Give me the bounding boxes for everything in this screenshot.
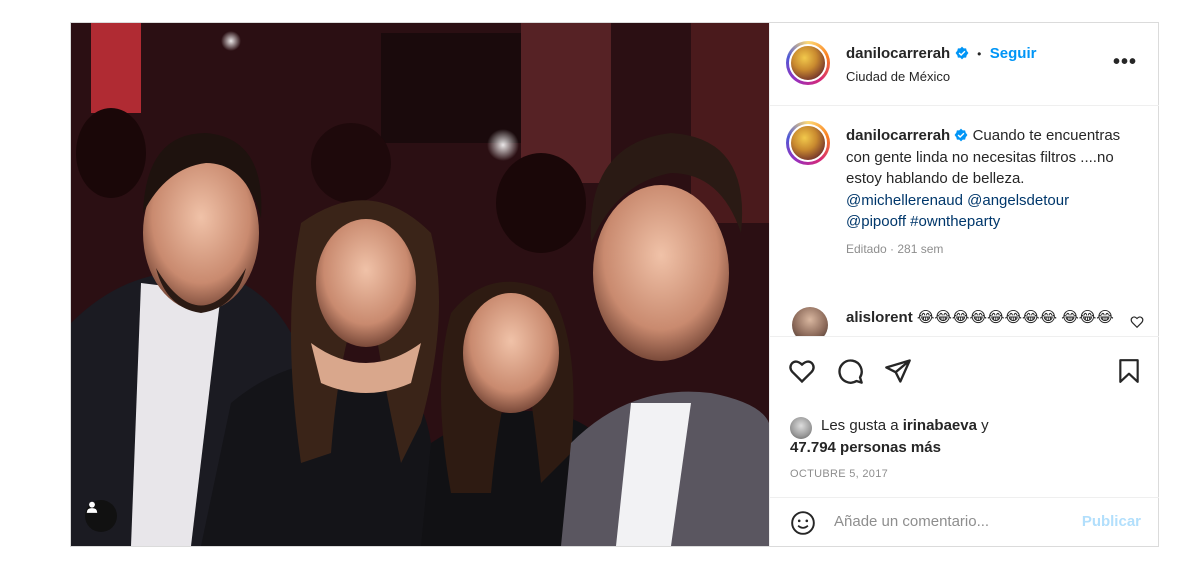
post-header: danilocarrerah • Seguir Ciudad de México… <box>770 23 1159 106</box>
commenter-username[interactable]: alislorent <box>846 309 913 326</box>
share-icon[interactable] <box>884 357 912 385</box>
likes-connector: y <box>981 417 989 434</box>
verified-badge-icon <box>955 46 969 60</box>
comment-text-block: alislorent 😂😂😂😂😂😂😂😂 😂😂😂 <box>846 307 1116 329</box>
small-heart-icon[interactable] <box>1130 315 1144 329</box>
actions-section: Les gusta a irinabaeva y 47.794 personas… <box>770 336 1159 547</box>
heart-icon[interactable] <box>788 357 816 385</box>
follow-button[interactable]: Seguir <box>990 45 1037 62</box>
edited-meta: Editado · 281 sem <box>846 241 944 256</box>
likes-prefix: Les gusta a <box>821 417 899 434</box>
emoji-icon[interactable] <box>790 510 816 536</box>
post-caption: danilocarrerah Cuando te encuentras con … <box>846 125 1124 260</box>
instagram-post: danilocarrerah • Seguir Ciudad de México… <box>70 22 1159 547</box>
likes-summary: Les gusta a irinabaeva y 47.794 personas… <box>790 415 1050 459</box>
verified-badge-icon <box>954 128 968 142</box>
comment-input[interactable]: Añade un comentario... <box>834 513 989 530</box>
mention-link[interactable]: @angelsdetour <box>967 192 1069 209</box>
comment-icon[interactable] <box>836 357 864 385</box>
likes-text: Les gusta a irinabaeva y <box>790 415 1050 437</box>
comment-item: alislorent 😂😂😂😂😂😂😂😂 😂😂😂 <box>792 307 1152 337</box>
caption-avatar[interactable] <box>786 121 830 165</box>
author-line: danilocarrerah • Seguir <box>846 45 1036 63</box>
separator-dot: • <box>977 47 982 61</box>
more-options-icon[interactable]: ••• <box>1113 51 1137 74</box>
caption-username[interactable]: danilocarrerah <box>846 127 950 144</box>
photo-illustration <box>71 23 769 546</box>
publish-button[interactable]: Publicar <box>1082 513 1141 530</box>
bookmark-icon[interactable] <box>1116 357 1142 385</box>
comment-emojis: 😂😂😂😂😂😂😂😂 😂😂😂 <box>916 309 1114 326</box>
commenter-avatar[interactable] <box>792 307 828 337</box>
post-photo[interactable] <box>71 23 769 546</box>
user-tag-icon <box>86 501 98 513</box>
likes-count[interactable]: 47.794 personas más <box>790 437 1050 459</box>
location-link[interactable]: Ciudad de México <box>846 69 950 84</box>
mention-link[interactable]: @michellerenaud <box>846 192 963 209</box>
liker-username[interactable]: irinabaeva <box>903 417 977 434</box>
post-sidebar: danilocarrerah • Seguir Ciudad de México… <box>769 23 1159 546</box>
add-comment-bar: Añade un comentario... Publicar <box>770 497 1159 548</box>
author-username[interactable]: danilocarrerah <box>846 45 950 62</box>
user-tag-button[interactable] <box>85 500 117 532</box>
liker-avatar[interactable] <box>790 417 812 439</box>
hashtag-link[interactable]: #owntheparty <box>910 213 1000 230</box>
author-avatar[interactable] <box>786 41 830 85</box>
post-date[interactable]: OCTUBRE 5, 2017 <box>790 468 888 480</box>
mention-link[interactable]: @pipooff <box>846 213 906 230</box>
